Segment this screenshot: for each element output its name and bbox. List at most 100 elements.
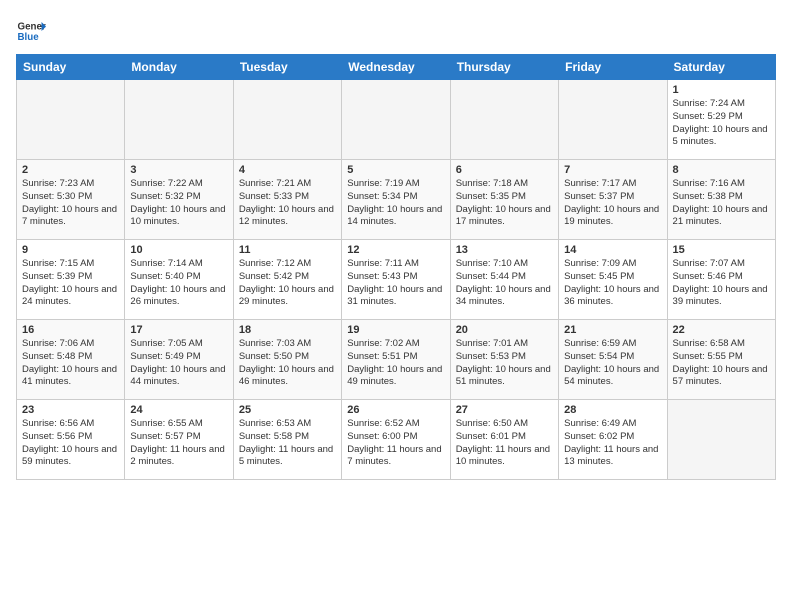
weekday-sunday: Sunday <box>17 55 125 80</box>
calendar-cell: 17 Sunrise: 7:05 AM Sunset: 5:49 PM Dayli… <box>125 320 233 400</box>
day-number: 8 <box>673 164 770 176</box>
calendar-cell: 27 Sunrise: 6:50 AM Sunset: 6:01 PM Dayli… <box>450 400 558 480</box>
calendar-cell: 15Sunrise: 7:07 AM Sunset: 5:46 PM Dayli… <box>667 240 775 320</box>
day-info: Sunrise: 6:58 AM Sunset: 5:55 PM Dayligh… <box>673 338 770 389</box>
day-number: 6 <box>456 164 553 176</box>
day-info: Sunrise: 7:11 AM Sunset: 5:43 PM Dayligh… <box>347 258 444 309</box>
day-info: Sunrise: 6:55 AM Sunset: 5:57 PM Dayligh… <box>130 418 227 469</box>
day-number: 26 <box>347 404 444 416</box>
day-number: 4 <box>239 164 336 176</box>
calendar-cell <box>667 400 775 480</box>
calendar-week-row: 23 Sunrise: 6:56 AM Sunset: 5:56 PM Dayli… <box>17 400 776 480</box>
calendar-cell: 19 Sunrise: 7:02 AM Sunset: 5:51 PM Dayli… <box>342 320 450 400</box>
day-number: 13 <box>456 244 553 256</box>
day-number: 14 <box>564 244 661 256</box>
day-info: Sunrise: 7:16 AM Sunset: 5:38 PM Dayligh… <box>673 178 770 229</box>
calendar-cell <box>17 80 125 160</box>
calendar-week-row: 16 Sunrise: 7:06 AM Sunset: 5:48 PM Dayli… <box>17 320 776 400</box>
day-number: 21 <box>564 324 661 336</box>
day-number: 19 <box>347 324 444 336</box>
day-number: 10 <box>130 244 227 256</box>
weekday-wednesday: Wednesday <box>342 55 450 80</box>
calendar-table: SundayMondayTuesdayWednesdayThursdayFrid… <box>16 54 776 480</box>
calendar-cell: 12 Sunrise: 7:11 AM Sunset: 5:43 PM Dayli… <box>342 240 450 320</box>
day-info: Sunrise: 7:05 AM Sunset: 5:49 PM Dayligh… <box>130 338 227 389</box>
calendar-cell: 23 Sunrise: 6:56 AM Sunset: 5:56 PM Dayli… <box>17 400 125 480</box>
calendar-cell: 28 Sunrise: 6:49 AM Sunset: 6:02 PM Dayli… <box>559 400 667 480</box>
day-info: Sunrise: 7:24 AM Sunset: 5:29 PM Dayligh… <box>673 98 770 149</box>
weekday-tuesday: Tuesday <box>233 55 341 80</box>
day-number: 24 <box>130 404 227 416</box>
calendar-cell: 3 Sunrise: 7:22 AM Sunset: 5:32 PM Daylig… <box>125 160 233 240</box>
day-number: 28 <box>564 404 661 416</box>
calendar-cell <box>342 80 450 160</box>
day-info: Sunrise: 7:17 AM Sunset: 5:37 PM Dayligh… <box>564 178 661 229</box>
logo-icon: General Blue <box>16 16 46 46</box>
calendar-cell: 1 Sunrise: 7:24 AM Sunset: 5:29 PM Daylig… <box>667 80 775 160</box>
calendar-cell: 5 Sunrise: 7:19 AM Sunset: 5:34 PM Daylig… <box>342 160 450 240</box>
svg-text:Blue: Blue <box>18 32 40 43</box>
calendar-cell: 8 Sunrise: 7:16 AM Sunset: 5:38 PM Daylig… <box>667 160 775 240</box>
calendar-cell: 18 Sunrise: 7:03 AM Sunset: 5:50 PM Dayli… <box>233 320 341 400</box>
day-info: Sunrise: 7:21 AM Sunset: 5:33 PM Dayligh… <box>239 178 336 229</box>
day-info: Sunrise: 7:22 AM Sunset: 5:32 PM Dayligh… <box>130 178 227 229</box>
calendar-cell: 13 Sunrise: 7:10 AM Sunset: 5:44 PM Dayli… <box>450 240 558 320</box>
calendar-cell <box>233 80 341 160</box>
page-header: General Blue <box>16 16 776 46</box>
day-info: Sunrise: 6:53 AM Sunset: 5:58 PM Dayligh… <box>239 418 336 469</box>
day-info: Sunrise: 7:06 AM Sunset: 5:48 PM Dayligh… <box>22 338 119 389</box>
day-info: Sunrise: 7:02 AM Sunset: 5:51 PM Dayligh… <box>347 338 444 389</box>
day-number: 1 <box>673 84 770 96</box>
calendar-cell: 24 Sunrise: 6:55 AM Sunset: 5:57 PM Dayli… <box>125 400 233 480</box>
day-info: Sunrise: 7:12 AM Sunset: 5:42 PM Dayligh… <box>239 258 336 309</box>
day-number: 17 <box>130 324 227 336</box>
day-number: 23 <box>22 404 119 416</box>
calendar-cell <box>559 80 667 160</box>
calendar-cell: 20 Sunrise: 7:01 AM Sunset: 5:53 PM Dayli… <box>450 320 558 400</box>
day-number: 11 <box>239 244 336 256</box>
calendar-cell: 10 Sunrise: 7:14 AM Sunset: 5:40 PM Dayli… <box>125 240 233 320</box>
day-number: 2 <box>22 164 119 176</box>
day-info: Sunrise: 7:14 AM Sunset: 5:40 PM Dayligh… <box>130 258 227 309</box>
calendar-cell: 21Sunrise: 6:59 AM Sunset: 5:54 PM Dayli… <box>559 320 667 400</box>
day-info: Sunrise: 7:09 AM Sunset: 5:45 PM Dayligh… <box>564 258 661 309</box>
day-number: 22 <box>673 324 770 336</box>
day-number: 15 <box>673 244 770 256</box>
calendar-week-row: 9 Sunrise: 7:15 AM Sunset: 5:39 PM Daylig… <box>17 240 776 320</box>
day-info: Sunrise: 7:19 AM Sunset: 5:34 PM Dayligh… <box>347 178 444 229</box>
logo: General Blue <box>16 16 46 46</box>
calendar-cell: 26Sunrise: 6:52 AM Sunset: 6:00 PM Dayli… <box>342 400 450 480</box>
day-info: Sunrise: 6:56 AM Sunset: 5:56 PM Dayligh… <box>22 418 119 469</box>
calendar-cell: 25 Sunrise: 6:53 AM Sunset: 5:58 PM Dayli… <box>233 400 341 480</box>
day-number: 18 <box>239 324 336 336</box>
day-number: 7 <box>564 164 661 176</box>
calendar-cell: 22 Sunrise: 6:58 AM Sunset: 5:55 PM Dayli… <box>667 320 775 400</box>
day-number: 9 <box>22 244 119 256</box>
calendar-cell <box>450 80 558 160</box>
day-number: 27 <box>456 404 553 416</box>
day-info: Sunrise: 7:10 AM Sunset: 5:44 PM Dayligh… <box>456 258 553 309</box>
day-info: Sunrise: 6:49 AM Sunset: 6:02 PM Dayligh… <box>564 418 661 469</box>
day-number: 5 <box>347 164 444 176</box>
calendar-week-row: 1 Sunrise: 7:24 AM Sunset: 5:29 PM Daylig… <box>17 80 776 160</box>
day-info: Sunrise: 7:01 AM Sunset: 5:53 PM Dayligh… <box>456 338 553 389</box>
calendar-cell: 6Sunrise: 7:18 AM Sunset: 5:35 PM Daylig… <box>450 160 558 240</box>
day-number: 3 <box>130 164 227 176</box>
calendar-cell: 16 Sunrise: 7:06 AM Sunset: 5:48 PM Dayli… <box>17 320 125 400</box>
weekday-thursday: Thursday <box>450 55 558 80</box>
calendar-cell: 11 Sunrise: 7:12 AM Sunset: 5:42 PM Dayli… <box>233 240 341 320</box>
day-number: 16 <box>22 324 119 336</box>
calendar-cell: 9 Sunrise: 7:15 AM Sunset: 5:39 PM Daylig… <box>17 240 125 320</box>
calendar-cell: 7 Sunrise: 7:17 AM Sunset: 5:37 PM Daylig… <box>559 160 667 240</box>
day-number: 12 <box>347 244 444 256</box>
day-number: 25 <box>239 404 336 416</box>
weekday-saturday: Saturday <box>667 55 775 80</box>
calendar-cell: 14 Sunrise: 7:09 AM Sunset: 5:45 PM Dayli… <box>559 240 667 320</box>
day-info: Sunrise: 7:23 AM Sunset: 5:30 PM Dayligh… <box>22 178 119 229</box>
day-info: Sunrise: 7:03 AM Sunset: 5:50 PM Dayligh… <box>239 338 336 389</box>
day-info: Sunrise: 7:15 AM Sunset: 5:39 PM Dayligh… <box>22 258 119 309</box>
calendar-cell: 4 Sunrise: 7:21 AM Sunset: 5:33 PM Daylig… <box>233 160 341 240</box>
calendar-week-row: 2 Sunrise: 7:23 AM Sunset: 5:30 PM Daylig… <box>17 160 776 240</box>
day-info: Sunrise: 6:50 AM Sunset: 6:01 PM Dayligh… <box>456 418 553 469</box>
day-number: 20 <box>456 324 553 336</box>
